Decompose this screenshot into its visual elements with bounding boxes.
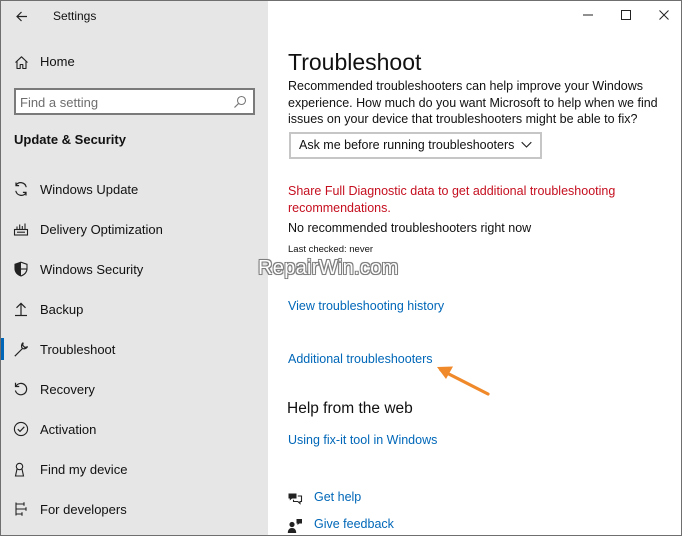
watermark: RepairWin.com [258, 257, 399, 279]
minimize-button[interactable] [569, 1, 607, 29]
sidebar-item-label: For developers [40, 502, 127, 517]
backup-icon [13, 301, 29, 317]
give-feedback-link[interactable]: Give feedback [287, 516, 487, 535]
close-icon [659, 10, 669, 20]
sidebar-item-label: Delivery Optimization [40, 222, 163, 237]
recovery-icon [13, 381, 29, 397]
developer-icon [13, 501, 29, 517]
feedback-person-icon [287, 519, 302, 533]
intro-text: Recommended troubleshooters can help imp… [288, 79, 658, 126]
sidebar-item-label: Activation [40, 422, 97, 437]
maximize-button[interactable] [607, 1, 645, 29]
sidebar-item-label: Troubleshoot [40, 342, 116, 357]
last-checked-text: Last checked: never [288, 244, 374, 255]
find-device-icon [13, 461, 29, 477]
sidebar-item-label: Find my device [40, 462, 128, 477]
active-indicator [1, 338, 4, 360]
additional-troubleshooters-link[interactable]: Additional troubleshooters [288, 352, 433, 366]
sidebar: Settings Home Update & Security [1, 1, 268, 535]
sidebar-item-delivery-optimization[interactable]: Delivery Optimization [1, 212, 268, 246]
sidebar-item-home[interactable]: Home [1, 49, 268, 75]
search-field[interactable] [14, 88, 255, 115]
page-title: Troubleshoot [288, 49, 422, 75]
sidebar-item-label: Windows Security [40, 262, 144, 277]
sidebar-item-windows-update[interactable]: Windows Update [1, 172, 268, 206]
check-circle-icon [13, 421, 29, 437]
help-from-web-heading: Help from the web [287, 400, 413, 417]
search-icon[interactable] [233, 95, 247, 109]
sidebar-item-label: Recovery [40, 382, 95, 397]
section-heading: Update & Security [14, 132, 126, 147]
no-recommended-text: No recommended troubleshooters right now [288, 221, 532, 235]
troubleshooter-preference-dropdown[interactable]: Ask me before running troubleshooters [289, 132, 542, 159]
home-icon [13, 54, 29, 70]
delivery-icon [13, 221, 29, 237]
settings-window: Settings Home Update & Security [0, 0, 682, 536]
view-history-link[interactable]: View troubleshooting history [288, 299, 444, 313]
refresh-icon [13, 181, 29, 197]
sidebar-item-label: Backup [40, 302, 84, 317]
give-feedback-label: Give feedback [314, 517, 394, 531]
back-button[interactable] [9, 6, 35, 26]
close-button[interactable] [645, 1, 681, 29]
annotation-arrow-icon [437, 366, 490, 396]
sidebar-item-recovery[interactable]: Recovery [1, 372, 268, 406]
back-arrow-icon [16, 11, 27, 21]
main-panel: Troubleshoot Recommended troubleshooters… [258, 1, 681, 535]
sidebar-item-troubleshoot[interactable]: Troubleshoot [1, 332, 268, 366]
get-help-label: Get help [314, 490, 362, 504]
chevron-down-icon [521, 141, 532, 148]
shield-icon [13, 261, 29, 277]
sidebar-item-windows-security[interactable]: Windows Security [1, 252, 268, 286]
get-help-link[interactable]: Get help [287, 489, 487, 509]
home-label: Home [40, 54, 75, 69]
maximize-icon [621, 10, 631, 20]
app-title: Settings [53, 9, 97, 23]
dropdown-selected-value: Ask me before running troubleshooters [299, 138, 515, 152]
chat-bubble-icon [288, 493, 303, 505]
search-input[interactable] [20, 92, 220, 112]
minimize-icon [583, 14, 593, 16]
sidebar-item-label: Windows Update [40, 182, 139, 197]
wrench-icon [13, 341, 29, 357]
fixit-tool-link[interactable]: Using fix-it tool in Windows [288, 433, 437, 447]
sidebar-item-backup[interactable]: Backup [1, 292, 268, 326]
share-diagnostic-data-link[interactable]: Share Full Diagnostic data to get additi… [288, 183, 668, 217]
sidebar-item-find-my-device[interactable]: Find my device [1, 452, 268, 486]
title-bar: Settings [1, 1, 268, 31]
window-controls [569, 1, 681, 29]
sidebar-item-for-developers[interactable]: For developers [1, 492, 268, 526]
sidebar-item-activation[interactable]: Activation [1, 412, 268, 446]
